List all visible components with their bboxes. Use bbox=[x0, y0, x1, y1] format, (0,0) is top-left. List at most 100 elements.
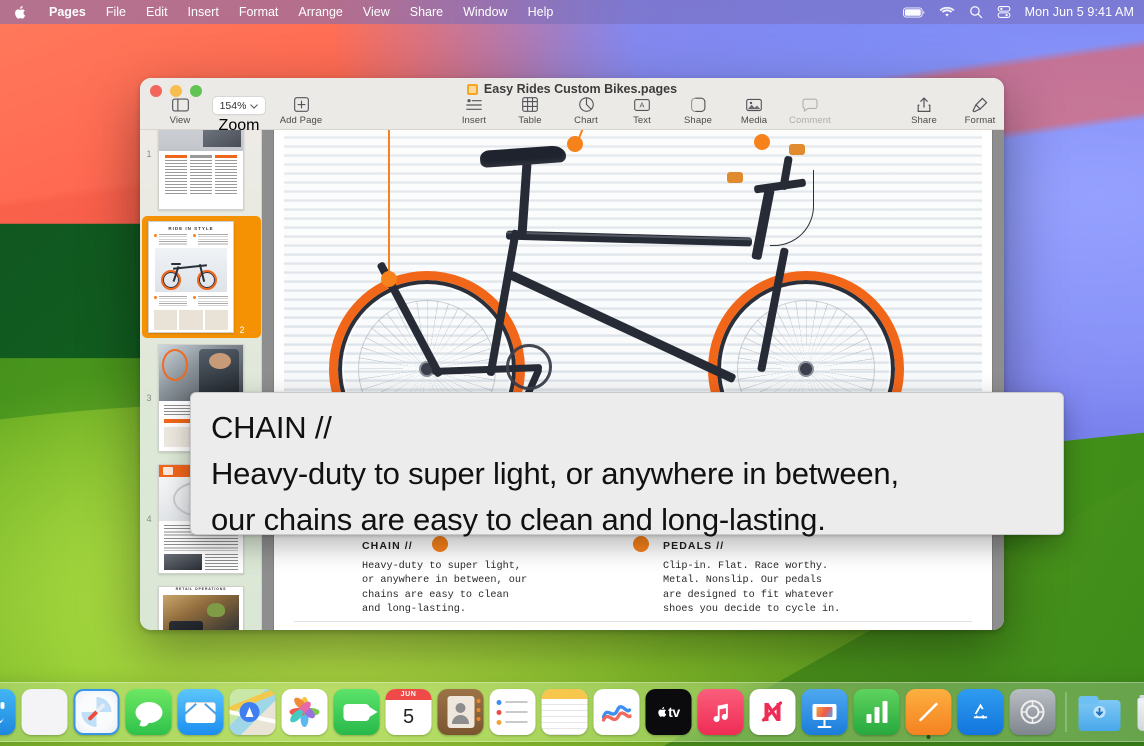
keynote-icon[interactable] bbox=[802, 689, 848, 735]
toolbar-table-button[interactable]: Table bbox=[502, 96, 558, 126]
dock-item-news[interactable] bbox=[750, 689, 796, 735]
dock-item-notes[interactable] bbox=[542, 689, 588, 735]
calendar-icon[interactable]: JUN 5 bbox=[386, 689, 432, 735]
control-center-icon[interactable] bbox=[997, 5, 1011, 19]
contacts-icon[interactable] bbox=[438, 689, 484, 735]
dock-item-mail[interactable] bbox=[178, 689, 224, 735]
toolbar-view-button[interactable]: View bbox=[152, 96, 208, 126]
downloads-folder-icon[interactable] bbox=[1077, 689, 1123, 735]
callout-dot-saddle[interactable] bbox=[567, 136, 583, 152]
numbers-icon[interactable] bbox=[854, 689, 900, 735]
apple-logo-icon[interactable] bbox=[0, 5, 39, 20]
menu-item-share[interactable]: Share bbox=[400, 0, 453, 24]
dock-item-keynote[interactable] bbox=[802, 689, 848, 735]
dock-item-trash[interactable] bbox=[1129, 689, 1144, 735]
dock-item-finder[interactable] bbox=[0, 689, 16, 735]
thumbnail-row-1[interactable]: 1 BIKES bbox=[140, 130, 261, 216]
callout-line-3: our chains are easy to clean and long-la… bbox=[211, 497, 1043, 543]
freeform-icon[interactable] bbox=[594, 689, 640, 735]
dock: JUN 5 bbox=[0, 682, 1144, 742]
dock-divider bbox=[1066, 692, 1067, 732]
system-settings-icon[interactable] bbox=[1010, 689, 1056, 735]
toolbar-media-button[interactable]: Media bbox=[726, 96, 782, 126]
dock-item-calendar[interactable]: JUN 5 bbox=[386, 689, 432, 735]
finder-icon[interactable] bbox=[0, 689, 16, 735]
dock-item-freeform[interactable] bbox=[594, 689, 640, 735]
dock-item-music[interactable] bbox=[698, 689, 744, 735]
dock-item-app-store[interactable] bbox=[958, 689, 1004, 735]
dock-item-launchpad[interactable] bbox=[22, 689, 68, 735]
photos-icon[interactable] bbox=[282, 689, 328, 735]
window-title-text: Easy Rides Custom Bikes.pages bbox=[484, 82, 677, 96]
wifi-icon[interactable] bbox=[939, 6, 955, 18]
callout-dot-left[interactable] bbox=[381, 271, 397, 287]
document-canvas[interactable]: CHAIN // Heavy-duty to super light, or a… bbox=[262, 130, 1004, 630]
toolbar-shape-button[interactable]: Shape bbox=[670, 96, 726, 126]
menu-item-help[interactable]: Help bbox=[518, 0, 564, 24]
apple-tv-icon[interactable]: tv bbox=[646, 689, 692, 735]
callout-dot-handlebar[interactable] bbox=[754, 134, 770, 150]
menu-item-edit[interactable]: Edit bbox=[136, 0, 178, 24]
dock-item-contacts[interactable] bbox=[438, 689, 484, 735]
dock-item-messages[interactable] bbox=[126, 689, 172, 735]
menu-item-format[interactable]: Format bbox=[229, 0, 289, 24]
battery-icon[interactable] bbox=[903, 7, 925, 18]
toolbar-share-button[interactable]: Share bbox=[896, 96, 952, 126]
dock-item-downloads[interactable] bbox=[1077, 689, 1123, 735]
toolbar-comment-button[interactable]: Comment bbox=[782, 96, 838, 126]
pages-icon[interactable] bbox=[906, 689, 952, 735]
dock-item-safari[interactable] bbox=[74, 689, 120, 735]
chevron-down-icon bbox=[250, 100, 258, 112]
dock-item-reminders[interactable] bbox=[490, 689, 536, 735]
facetime-icon[interactable] bbox=[334, 689, 380, 735]
music-icon[interactable] bbox=[698, 689, 744, 735]
toolbar-add-page-button[interactable]: Add Page bbox=[270, 96, 332, 126]
thumbnail-row-5[interactable]: 5 RETAIL OPERATIONS bbox=[140, 580, 261, 630]
dock-item-numbers[interactable] bbox=[854, 689, 900, 735]
menu-item-insert[interactable]: Insert bbox=[178, 0, 229, 24]
pedals-body: Clip-in. Flat. Race worthy. Metal. Nonsl… bbox=[633, 560, 880, 618]
search-icon[interactable] bbox=[969, 5, 983, 19]
menu-item-pages[interactable]: Pages bbox=[39, 0, 96, 24]
zoom-value-pill[interactable]: 154% bbox=[212, 96, 266, 115]
app-store-icon[interactable] bbox=[958, 689, 1004, 735]
dock-item-facetime[interactable] bbox=[334, 689, 380, 735]
text-box-icon: A bbox=[634, 96, 650, 113]
toolbar-text-label: Text bbox=[633, 115, 651, 126]
dock-item-photos[interactable] bbox=[282, 689, 328, 735]
dock-item-maps[interactable] bbox=[230, 689, 276, 735]
launchpad-icon[interactable] bbox=[22, 689, 68, 735]
thumbnail-number: 4 bbox=[140, 514, 158, 524]
menu-item-window[interactable]: Window bbox=[453, 0, 517, 24]
page-thumbnail-5[interactable]: RETAIL OPERATIONS bbox=[158, 586, 244, 630]
toolbar-format-button[interactable]: Format bbox=[952, 96, 1004, 126]
news-icon[interactable] bbox=[750, 689, 796, 735]
dock-item-system-settings[interactable] bbox=[1010, 689, 1056, 735]
menu-item-file[interactable]: File bbox=[96, 0, 136, 24]
page-thumbnail-2[interactable]: RIDE IN STYLE bbox=[148, 221, 234, 333]
toolbar-shape-label: Shape bbox=[684, 115, 712, 126]
document-page[interactable]: CHAIN // Heavy-duty to super light, or a… bbox=[274, 130, 992, 630]
thumbnail-row-2-selected[interactable]: RIDE IN STYLE bbox=[142, 216, 261, 338]
dock-item-pages[interactable] bbox=[906, 689, 952, 735]
notes-icon[interactable] bbox=[542, 689, 588, 735]
toolbar-right-group: Format Document bbox=[952, 96, 1004, 126]
toolbar-insert-button[interactable]: Insert bbox=[446, 96, 502, 126]
toolbar-text-button[interactable]: A Text bbox=[614, 96, 670, 126]
chart-pie-icon bbox=[579, 96, 594, 113]
toolbar-chart-button[interactable]: Chart bbox=[558, 96, 614, 126]
menu-item-arrange[interactable]: Arrange bbox=[288, 0, 352, 24]
menu-bar-clock[interactable]: Mon Jun 5 9:41 AM bbox=[1025, 5, 1134, 19]
trash-icon[interactable] bbox=[1129, 689, 1144, 735]
page-thumbnail-1[interactable]: BIKES bbox=[158, 130, 244, 210]
toolbar-media-label: Media bbox=[741, 115, 767, 126]
dock-item-apple-tv[interactable]: tv bbox=[646, 689, 692, 735]
zoom-callout-popup: CHAIN // Heavy-duty to super light, or a… bbox=[190, 392, 1064, 535]
messages-icon[interactable] bbox=[126, 689, 172, 735]
maps-icon[interactable] bbox=[230, 689, 276, 735]
safari-icon[interactable] bbox=[74, 689, 120, 735]
page-thumbnail-sidebar[interactable]: 1 BIKES RIDE IN STYLE bbox=[140, 130, 262, 630]
reminders-icon[interactable] bbox=[490, 689, 536, 735]
menu-item-view[interactable]: View bbox=[353, 0, 400, 24]
mail-icon[interactable] bbox=[178, 689, 224, 735]
